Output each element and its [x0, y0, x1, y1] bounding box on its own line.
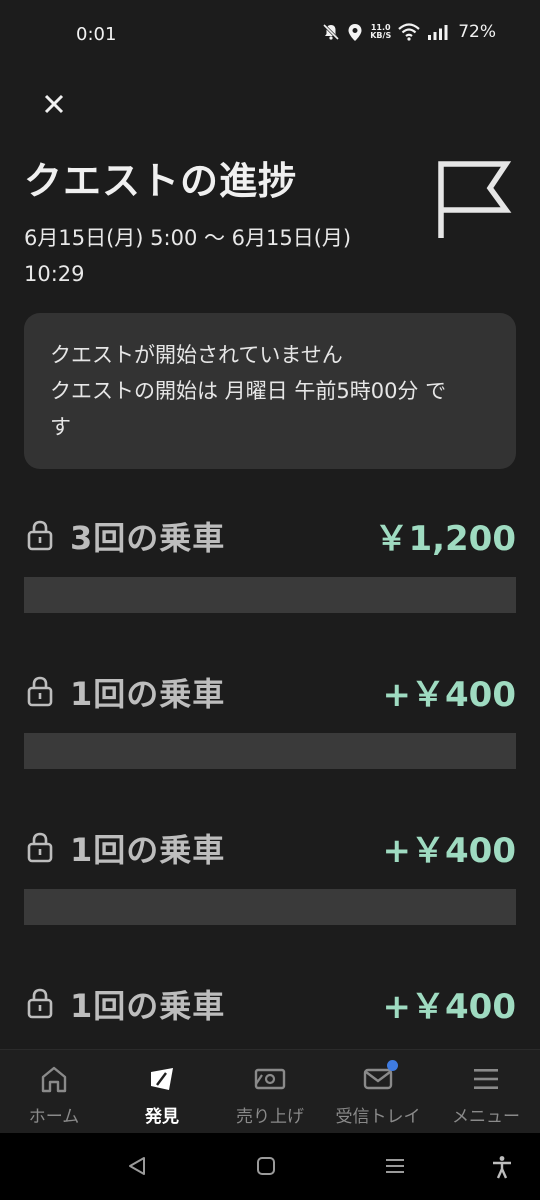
bottom-nav: ホーム 発見 売り上げ 受信トレイ メニュー	[0, 1049, 540, 1133]
battery-level: 72%	[458, 22, 496, 42]
nav-label: メニュー	[452, 1107, 520, 1127]
lock-icon	[27, 988, 53, 1019]
quest-tier-row: 1回の乗車 +￥400	[24, 661, 516, 769]
quest-not-started-notice: クエストが開始されていません クエストの開始は 月曜日 午前5時00分 で す	[24, 313, 516, 469]
quest-label: 1回の乗車	[70, 675, 226, 713]
notice-text: クエストの開始は 月曜日 午前5時00分 で	[50, 379, 447, 403]
menu-icon	[474, 1069, 498, 1089]
nav-inbox[interactable]: 受信トレイ	[324, 1050, 432, 1133]
quest-tier-row: 1回の乗車 +￥400	[24, 817, 516, 925]
quest-reward: +￥400	[382, 831, 516, 871]
status-bar: 0:01 11.0 KB/S 72%	[0, 0, 540, 68]
lock-icon	[27, 676, 53, 707]
home-circle-icon[interactable]	[255, 1155, 277, 1177]
nav-discover[interactable]: 発見	[108, 1050, 216, 1133]
nav-label: 受信トレイ	[335, 1107, 421, 1127]
quest-tier-row: 3回の乗車 ￥1,200	[24, 505, 516, 613]
quest-progress-bar	[24, 733, 516, 769]
close-button[interactable]	[38, 88, 70, 120]
network-speed: 11.0 KB/S	[370, 23, 392, 40]
notice-text: クエストが開始されていません	[50, 343, 343, 367]
nav-menu[interactable]: メニュー	[432, 1050, 540, 1133]
recent-apps-icon[interactable]	[384, 1155, 406, 1177]
compass-icon	[151, 1068, 173, 1090]
quest-label: 3回の乗車	[70, 519, 226, 557]
system-nav-bar	[0, 1133, 540, 1200]
notice-text: す	[50, 415, 71, 439]
status-icons: 11.0 KB/S 72%	[322, 22, 496, 42]
quest-progress-bar	[24, 889, 516, 925]
nav-label: 売り上げ	[236, 1107, 304, 1127]
nav-label: ホーム	[28, 1107, 80, 1127]
nav-label: 発見	[145, 1107, 179, 1127]
quest-label: 1回の乗車	[70, 987, 226, 1025]
wifi-icon	[398, 23, 420, 41]
status-time: 0:01	[76, 24, 117, 45]
quest-reward: +￥400	[382, 675, 516, 715]
close-icon	[44, 94, 64, 114]
quest-progress-bar	[24, 577, 516, 613]
unread-badge	[387, 1060, 398, 1071]
home-icon	[41, 1066, 67, 1093]
quest-reward: +￥400	[382, 987, 516, 1027]
quest-date-range: 6月15日(月) 5:00 〜 6月15日(月) 10:29	[24, 226, 352, 286]
quest-reward: ￥1,200	[374, 519, 516, 559]
quest-label: 1回の乗車	[70, 831, 226, 869]
nav-home[interactable]: ホーム	[0, 1050, 108, 1133]
quest-tier-row: 1回の乗車 +￥400	[24, 973, 516, 1033]
accessibility-icon[interactable]	[490, 1155, 514, 1179]
lock-icon	[27, 520, 53, 551]
location-icon	[348, 23, 362, 41]
back-icon[interactable]	[126, 1155, 148, 1177]
lock-icon	[27, 832, 53, 863]
money-icon	[254, 1068, 286, 1090]
page-title: クエストの進捗	[24, 159, 298, 203]
nav-earnings[interactable]: 売り上げ	[216, 1050, 324, 1133]
flag-icon	[438, 161, 512, 238]
signal-icon	[428, 25, 448, 40]
notifications-off-icon	[323, 23, 340, 41]
